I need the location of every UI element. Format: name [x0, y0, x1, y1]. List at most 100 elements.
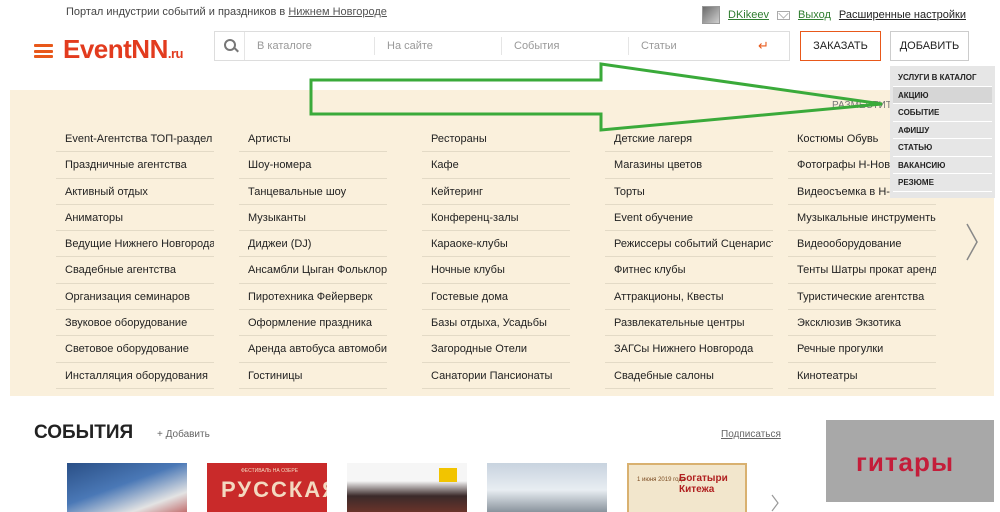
catalog-link[interactable]: Гостиницы [239, 363, 387, 389]
dropdown-item[interactable]: УСЛУГИ В КАТАЛОГ [893, 69, 992, 87]
catalog-link[interactable]: Режиссеры событий Сценаристы [605, 231, 773, 258]
catalog-link[interactable]: Инсталляция оборудования [56, 363, 214, 389]
catalog-link[interactable]: Диджеи (DJ) [239, 231, 387, 258]
thumb-title: РУССКАЯ [221, 477, 327, 502]
catalog-link[interactable]: Праздничные агентства [56, 152, 214, 179]
search-catalog-input[interactable]: В каталоге [245, 37, 375, 55]
logout-link[interactable]: Выход [798, 9, 831, 21]
events-add-link[interactable]: + Добавить [157, 429, 210, 440]
catalog-link[interactable]: Ночные клубы [422, 257, 570, 284]
catalog-link[interactable]: Речные прогулки [788, 336, 936, 363]
dropdown-item[interactable]: СОБЫТИЕ [893, 104, 992, 122]
event-thumb[interactable]: ФЕСТИВАЛЬ НА ОЗЕРЕ РУССКАЯ [207, 463, 327, 512]
add-dropdown-menu: УСЛУГИ В КАТАЛОГ АКЦИЮ СОБЫТИЕ АФИШУ СТАТЬЮ В… [890, 66, 995, 198]
header: EventNN.ru В каталоге На сайте События С… [0, 28, 1000, 68]
catalog-link[interactable]: Звуковое оборудование [56, 310, 214, 337]
thumb-title: Богатыри Китежа [679, 473, 728, 495]
catalog-link[interactable]: Магазины цветов [605, 152, 773, 179]
dropdown-item[interactable]: АФИШУ [893, 122, 992, 139]
catalog-link[interactable]: Рестораны [422, 126, 570, 153]
advanced-settings-link[interactable]: Расширенные настройки [839, 9, 966, 21]
event-thumb[interactable] [67, 463, 187, 512]
catalog-link[interactable]: Оформление праздника [239, 310, 387, 337]
chevron-right-icon[interactable] [770, 494, 780, 512]
search-site-input[interactable]: На сайте [375, 37, 502, 55]
search-box: В каталоге На сайте События Статьи ↵ [214, 31, 790, 61]
search-icon[interactable] [215, 32, 245, 60]
catalog-column: Детские лагеря Магазины цветов Торты Event … [605, 126, 788, 389]
events-thumbnails: ФЕСТИВАЛЬ НА ОЗЕРЕ РУССКАЯ 1 июня 2019 г… [67, 463, 747, 512]
promo-text: гитары [856, 447, 955, 477]
catalog-link[interactable]: Организация семинаров [56, 284, 214, 311]
catalog-link[interactable]: Аттракционы, Квесты [605, 284, 773, 311]
catalog-column: Event-Агентства ТОП-раздел Праздничные аг… [56, 126, 239, 389]
catalog-link[interactable]: Санатории Пансионаты [422, 363, 570, 389]
catalog-link[interactable]: Пиротехника Фейерверк [239, 284, 387, 311]
site-logo[interactable]: EventNN.ru [63, 34, 183, 65]
add-button[interactable]: ДОБАВИТЬ [890, 31, 969, 61]
catalog-link[interactable]: Кинотеатры [788, 363, 936, 389]
site-tagline: Портал индустрии событий и праздников в … [66, 6, 387, 18]
logo-text: EventNN [63, 34, 168, 64]
dropdown-item[interactable]: АКЦИЮ [893, 86, 992, 104]
catalog-link[interactable]: Караоке-клубы [422, 231, 570, 258]
chevron-right-icon[interactable] [964, 222, 980, 262]
dropdown-item[interactable]: РЕЗЮМЕ [893, 174, 992, 192]
mail-icon[interactable] [776, 10, 790, 20]
catalog-link[interactable]: Артисты [239, 126, 387, 153]
catalog-columns: Event-Агентства ТОП-раздел Праздничные аг… [56, 126, 971, 389]
promo-banner[interactable]: гитары [826, 420, 994, 502]
logo-suffix: .ru [167, 46, 184, 61]
catalog-link[interactable]: Торты [605, 179, 773, 205]
catalog-link[interactable]: Музыкальные инструменты [788, 205, 936, 232]
search-events-input[interactable]: События [502, 37, 629, 55]
event-thumb[interactable]: 1 июня 2019 года Богатыри Китежа [627, 463, 747, 512]
dropdown-item[interactable]: ВАКАНСИЮ [893, 157, 992, 174]
event-thumb[interactable] [487, 463, 607, 512]
catalog-link[interactable]: Кафе [422, 152, 570, 179]
catalog-link[interactable]: Шоу-номера [239, 152, 387, 179]
top-bar: Портал индустрии событий и праздников в … [0, 0, 1000, 28]
menu-icon[interactable] [34, 44, 53, 58]
catalog-link[interactable]: Свадебные агентства [56, 257, 214, 284]
search-articles-input[interactable]: Статьи [629, 37, 754, 55]
catalog-link[interactable]: Развлекательные центры [605, 310, 773, 337]
catalog-link[interactable]: Фитнес клубы [605, 257, 773, 284]
events-title: СОБЫТИЯ [34, 422, 134, 443]
tagline-text: Портал индустрии событий и праздников в [66, 6, 289, 18]
thumb-subtitle: ФЕСТИВАЛЬ НА ОЗЕРЕ [241, 468, 299, 474]
catalog-link[interactable]: Конференц-залы [422, 205, 570, 232]
catalog-link[interactable]: Световое оборудование [56, 336, 214, 363]
catalog-link[interactable]: Event-Агентства ТОП-раздел [56, 126, 214, 153]
catalog-link[interactable]: Загородные Отели [422, 336, 570, 363]
catalog-column: Артисты Шоу-номера Танцевальные шоу Музыкан… [239, 126, 422, 389]
catalog-link[interactable]: Кейтеринг [422, 179, 570, 205]
catalog-link[interactable]: Эксклюзив Экзотика [788, 310, 936, 337]
order-button[interactable]: ЗАКАЗАТЬ [800, 31, 881, 61]
catalog-link[interactable]: Ансамбли Цыган Фольклор [239, 257, 387, 284]
thumb-logo [439, 468, 457, 482]
catalog-link[interactable]: Тенты Шатры прокат аренда [788, 257, 936, 284]
dropdown-item[interactable]: СТАТЬЮ [893, 139, 992, 157]
catalog-link[interactable]: Базы отдыха, Усадьбы [422, 310, 570, 337]
catalog-link[interactable]: Туристические агентства [788, 284, 936, 311]
catalog-link[interactable]: Аниматоры [56, 205, 214, 232]
event-thumb[interactable] [347, 463, 467, 512]
catalog-link[interactable]: Музыканты [239, 205, 387, 232]
catalog-link[interactable]: Танцевальные шоу [239, 179, 387, 205]
catalog-link[interactable]: Аренда автобуса автомобиля [239, 336, 387, 363]
catalog-link[interactable]: Активный отдых [56, 179, 214, 205]
catalog-link[interactable]: Детские лагеря [605, 126, 773, 153]
catalog-link[interactable]: Свадебные салоны [605, 363, 773, 389]
subscribe-link[interactable]: Подписаться [721, 429, 781, 440]
city-link[interactable]: Нижнем Новгороде [288, 6, 387, 18]
username-link[interactable]: DKikeev [728, 9, 769, 21]
place-label[interactable]: РАЗМЕСТИТЬ [832, 100, 898, 111]
catalog-link[interactable]: Event обучение [605, 205, 773, 232]
catalog-link[interactable]: ЗАГСы Нижнего Новгорода [605, 336, 773, 363]
enter-icon[interactable]: ↵ [758, 38, 769, 54]
catalog-link[interactable]: Гостевые дома [422, 284, 570, 311]
catalog-link[interactable]: Видеооборудование [788, 231, 936, 258]
catalog-link[interactable]: Ведущие Нижнего Новгорода [56, 231, 214, 258]
avatar[interactable] [702, 6, 721, 24]
